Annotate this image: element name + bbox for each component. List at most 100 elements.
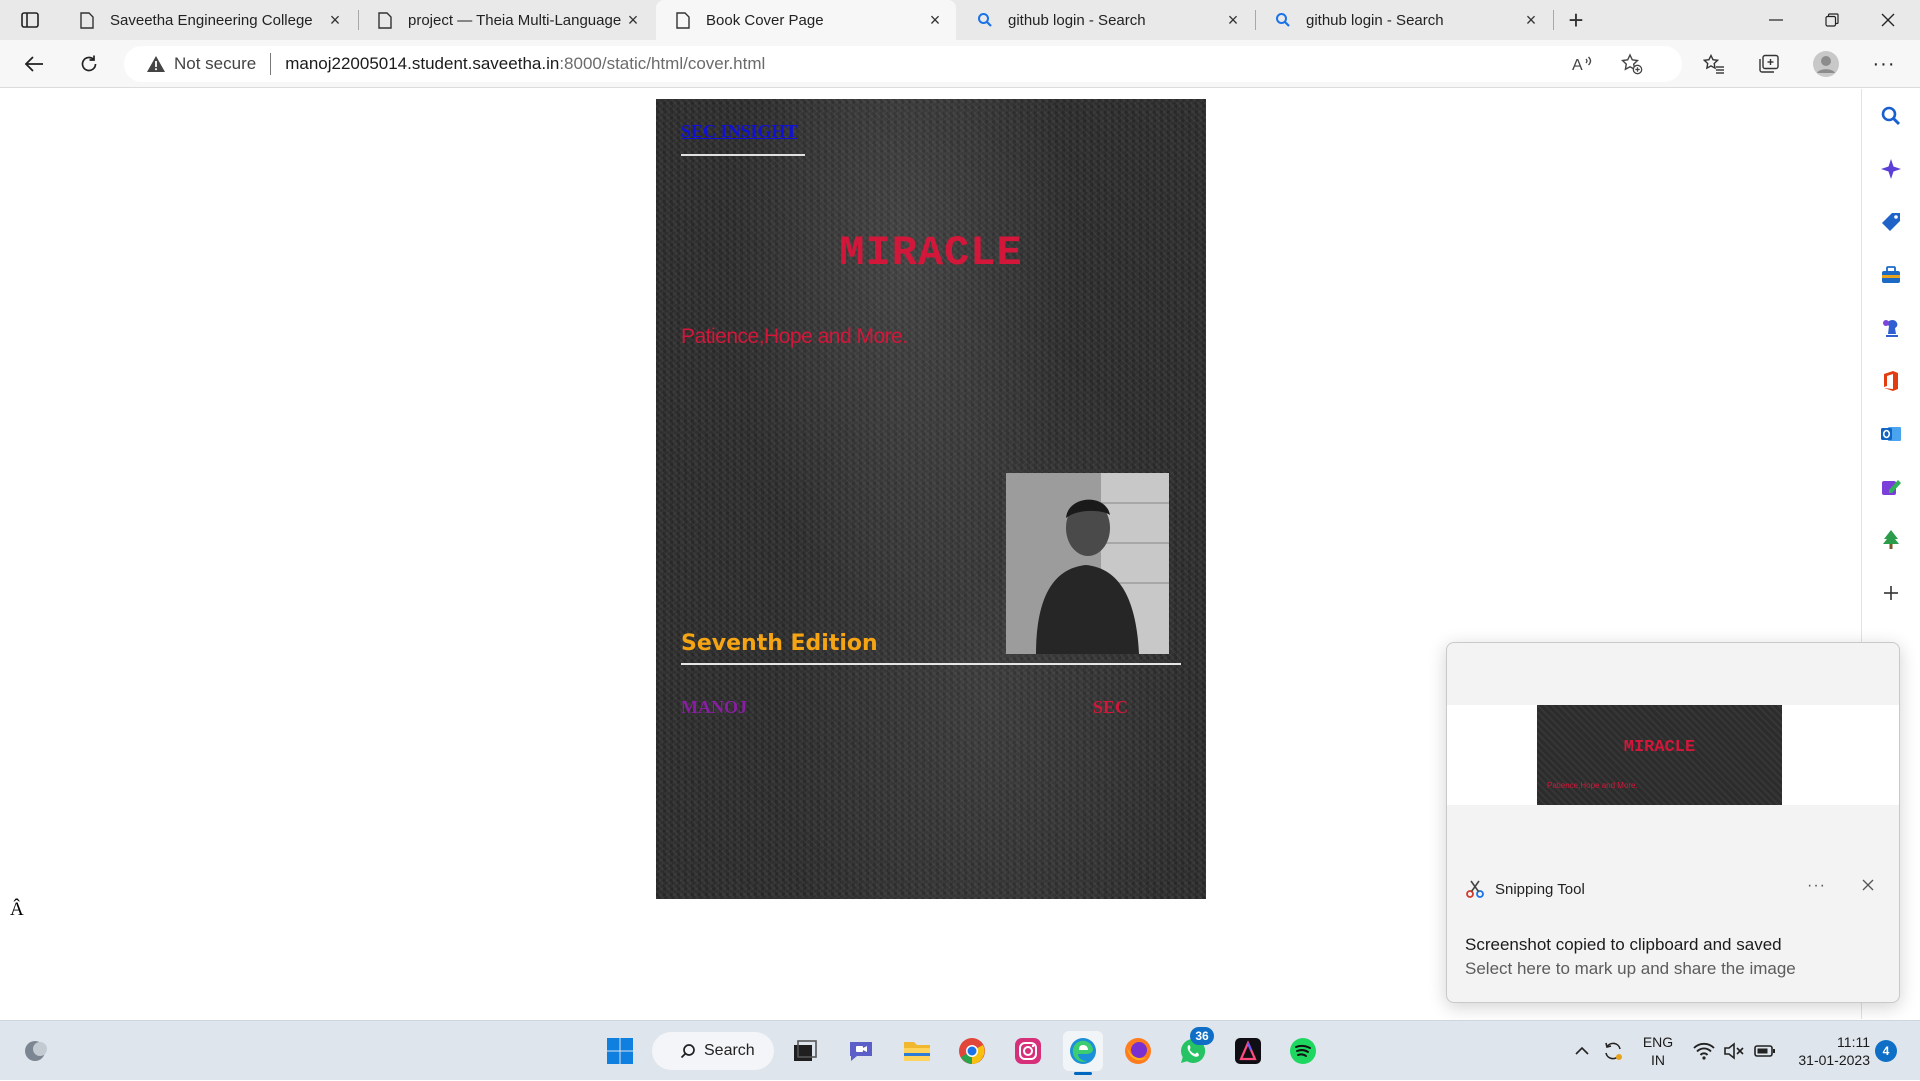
edge-icon xyxy=(1070,1038,1096,1064)
minimize-button[interactable] xyxy=(1748,0,1804,40)
sidebar-tree-button[interactable] xyxy=(1872,521,1910,559)
sidebar-add-button[interactable] xyxy=(1872,574,1910,612)
sidebar-shopping-button[interactable] xyxy=(1872,203,1910,241)
chat-icon xyxy=(850,1042,872,1061)
sync-icon xyxy=(1605,1042,1622,1060)
tab-book-cover[interactable]: Book Cover Page × xyxy=(656,0,956,40)
page-icon xyxy=(672,11,694,29)
url-host: manoj22005014.student.saveetha.in xyxy=(285,54,560,73)
show-hidden-icons-button[interactable] xyxy=(1570,1021,1594,1081)
favorites-icon xyxy=(1703,54,1724,74)
minimize-icon xyxy=(1769,19,1783,21)
svg-text:A: A xyxy=(1572,57,1583,73)
cover-brand-link[interactable]: SEC INSIGHT xyxy=(681,121,798,142)
clock[interactable]: 11:11 31-01-2023 xyxy=(1790,1033,1870,1069)
close-icon[interactable]: × xyxy=(326,10,344,31)
sidebar-designer-button[interactable] xyxy=(1872,468,1910,506)
restore-icon xyxy=(1825,13,1839,27)
instagram-icon xyxy=(1015,1038,1041,1064)
cover-edition: Seventh Edition xyxy=(681,631,878,656)
taskbar-adobe-express[interactable] xyxy=(1228,1031,1268,1071)
tray-volume[interactable] xyxy=(1720,1021,1748,1081)
taskbar-firefox[interactable] xyxy=(1118,1031,1158,1071)
taskbar-instagram[interactable] xyxy=(1008,1031,1048,1071)
chess-piece-icon xyxy=(1883,319,1898,337)
notification-app-name: Snipping Tool xyxy=(1495,880,1585,898)
chrome-icon xyxy=(959,1038,985,1064)
weather-widget[interactable] xyxy=(16,1031,56,1071)
address-bar[interactable]: Not secure manoj22005014.student.saveeth… xyxy=(124,46,1682,82)
search-icon xyxy=(1272,12,1294,28)
close-icon[interactable]: × xyxy=(926,10,944,31)
tab-github-search-1[interactable]: github login - Search × xyxy=(958,0,1254,40)
tab-title: Saveetha Engineering College xyxy=(110,11,313,29)
brand-underline xyxy=(681,154,805,156)
plus-icon: + xyxy=(1568,4,1584,35)
close-icon[interactable]: × xyxy=(1224,10,1242,31)
tab-github-search-2[interactable]: github login - Search × xyxy=(1256,0,1552,40)
taskbar-chrome[interactable] xyxy=(952,1031,992,1071)
profile-button[interactable] xyxy=(1808,46,1844,82)
adobe-express-icon xyxy=(1235,1038,1261,1064)
notification-more-button[interactable]: ··· xyxy=(1807,877,1826,895)
sidebar-games-button[interactable] xyxy=(1872,309,1910,347)
snipping-tool-notification[interactable]: MIRACLE Patience,Hope and More. Snipping… xyxy=(1446,642,1900,1003)
outlook-icon xyxy=(1881,427,1901,441)
restore-button[interactable] xyxy=(1804,0,1860,40)
snipping-tool-icon xyxy=(1465,879,1485,899)
tab-bar: Saveetha Engineering College × project —… xyxy=(0,0,1920,40)
taskbar-search[interactable]: Search xyxy=(652,1032,774,1070)
taskbar-task-view[interactable] xyxy=(785,1031,825,1071)
taskbar-spotify[interactable] xyxy=(1283,1031,1323,1071)
folder-icon xyxy=(904,1042,930,1061)
security-label[interactable]: Not secure xyxy=(174,54,256,74)
tray-wifi[interactable] xyxy=(1690,1021,1718,1081)
sidebar-outlook-button[interactable] xyxy=(1872,415,1910,453)
battery-icon xyxy=(1754,1045,1775,1057)
taskbar-chat[interactable] xyxy=(841,1031,881,1071)
thumbnail-subtitle: Patience,Hope and More. xyxy=(1547,781,1638,790)
close-icon[interactable]: × xyxy=(624,10,642,31)
tray-sync-icon[interactable] xyxy=(1598,1021,1628,1081)
cover-subtitle: Patience,Hope and More. xyxy=(681,325,908,348)
start-button[interactable] xyxy=(600,1031,640,1071)
close-icon xyxy=(1881,13,1895,27)
collections-icon xyxy=(1759,54,1779,73)
close-window-button[interactable] xyxy=(1860,0,1916,40)
collections-button[interactable] xyxy=(1751,46,1787,82)
notification-app: Snipping Tool xyxy=(1465,879,1585,899)
notification-center-badge[interactable]: 4 xyxy=(1875,1040,1897,1062)
favorites-button[interactable] xyxy=(1696,46,1732,82)
warning-icon[interactable] xyxy=(146,55,166,73)
search-icon xyxy=(1881,106,1901,126)
tray-battery[interactable] xyxy=(1750,1021,1780,1081)
back-button[interactable] xyxy=(16,46,52,82)
cover-divider xyxy=(681,663,1181,665)
tab-theia[interactable]: project — Theia Multi-Language × xyxy=(358,0,654,40)
taskbar-file-explorer[interactable] xyxy=(897,1031,937,1071)
add-favorite-button[interactable] xyxy=(1614,46,1650,82)
sidebar-copilot-button[interactable] xyxy=(1872,150,1910,188)
new-tab-button[interactable]: + xyxy=(1556,0,1596,40)
screenshot-preview[interactable]: MIRACLE Patience,Hope and More. xyxy=(1447,705,1899,805)
designer-icon xyxy=(1882,480,1901,495)
sidebar-tools-button[interactable] xyxy=(1872,256,1910,294)
tree-icon xyxy=(1883,530,1899,549)
settings-menu-button[interactable]: ··· xyxy=(1866,46,1902,82)
plus-icon xyxy=(1884,586,1898,600)
taskbar-edge[interactable] xyxy=(1063,1031,1103,1071)
tab-actions-button[interactable] xyxy=(0,0,60,40)
url-path: :8000/static/html/cover.html xyxy=(559,54,766,73)
tab-saveetha[interactable]: Saveetha Engineering College × xyxy=(60,0,356,40)
sidebar-office-button[interactable] xyxy=(1872,362,1910,400)
refresh-button[interactable] xyxy=(71,46,107,82)
close-icon[interactable]: × xyxy=(1522,10,1540,31)
read-aloud-button[interactable]: A xyxy=(1564,46,1600,82)
book-cover: SEC INSIGHT MIRACLE Patience,Hope and Mo… xyxy=(656,99,1206,899)
cover-title: MIRACLE xyxy=(839,229,1023,277)
notification-close-button[interactable] xyxy=(1861,875,1875,898)
language-indicator[interactable]: ENG IN xyxy=(1636,1033,1680,1069)
refresh-icon xyxy=(81,55,97,72)
back-arrow-icon xyxy=(24,56,43,72)
sidebar-search-button[interactable] xyxy=(1872,97,1910,135)
